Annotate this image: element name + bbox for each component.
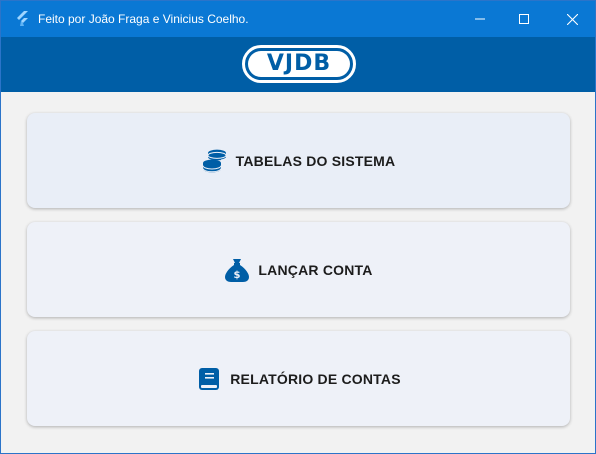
vjdb-logo: VJDB: [242, 45, 356, 83]
coins-stack-icon: [202, 148, 228, 174]
card-label: LANÇAR CONTA: [258, 261, 373, 278]
close-button[interactable]: [549, 1, 595, 37]
card-label: RELATÓRIO DE CONTAS: [230, 370, 401, 387]
window-title: Feito por João Fraga e Vinicius Coelho.: [38, 12, 249, 26]
tabelas-do-sistema-button[interactable]: TABELAS DO SISTEMA: [27, 113, 570, 208]
card-label: TABELAS DO SISTEMA: [235, 152, 396, 169]
svg-text:$: $: [234, 270, 241, 281]
book-icon: [196, 366, 222, 392]
logo-text: VJDB: [266, 51, 332, 76]
main-content: TABELAS DO SISTEMA $ LANÇAR CONTA RELATÓ…: [1, 92, 595, 453]
maximize-icon: [519, 14, 529, 24]
maximize-button[interactable]: [501, 1, 547, 37]
close-icon: [566, 13, 578, 25]
title-bar[interactable]: Feito por João Fraga e Vinicius Coelho.: [1, 1, 595, 37]
minimize-button[interactable]: [457, 1, 503, 37]
app-header: VJDB: [1, 37, 595, 92]
app-window: Feito por João Fraga e Vinicius Coelho. …: [0, 0, 596, 454]
money-bag-icon: $: [224, 257, 250, 283]
relatorio-de-contas-button[interactable]: RELATÓRIO DE CONTAS: [27, 331, 570, 426]
minimize-icon: [475, 14, 485, 24]
flutter-icon: [15, 11, 30, 26]
lancar-conta-button[interactable]: $ LANÇAR CONTA: [27, 222, 570, 317]
